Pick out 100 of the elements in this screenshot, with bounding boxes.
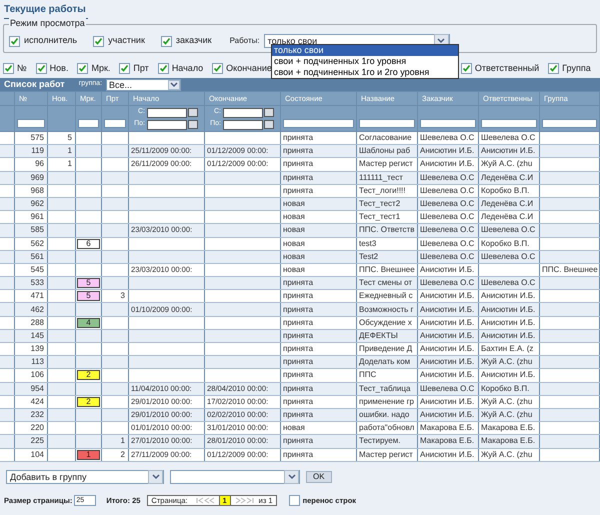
table-cell: принята (283, 318, 314, 328)
table-cell: принята (283, 330, 314, 341)
table-cell: Анисютин И.Б. (481, 370, 536, 380)
table-cell: Test2 (359, 252, 378, 262)
checkbox[interactable] (9, 36, 20, 46)
table-cell: принята (283, 304, 314, 315)
table-cell: 225 (30, 436, 44, 446)
table-cell: 3 (120, 291, 125, 302)
table-cell: новая (283, 225, 305, 236)
table-cell: Анисютин И.Б. (420, 450, 474, 460)
date-field[interactable] (147, 120, 187, 130)
table-cell: Анисютин И.Б. (481, 318, 536, 328)
table-cell: Анисютин И.Б. (420, 357, 474, 368)
table-title: Список работ (4, 78, 65, 91)
table-cell: Тест_тест1 (359, 212, 400, 222)
checkbox-label: исполнитель (24, 34, 78, 48)
table-cell: Бахтин Е.А. (z (481, 344, 534, 354)
filter-field[interactable] (481, 119, 537, 128)
group-select[interactable] (170, 470, 300, 484)
dropdown-option[interactable]: свои + подчиненных 1го и 2го уровня (272, 67, 458, 78)
dropdown-option[interactable]: только свои (272, 45, 458, 56)
table-cell: принята (283, 133, 314, 144)
table-cell: Обсуждение х (359, 318, 412, 328)
table-cell: Анисютин И.Б. (420, 159, 474, 170)
checkbox[interactable] (3, 63, 14, 74)
checkbox[interactable] (93, 36, 104, 46)
table-cell: 462 (30, 304, 44, 315)
filter-field[interactable] (542, 119, 597, 128)
table-cell: Анисютин И.Б. (420, 344, 474, 354)
filter-field[interactable] (420, 119, 476, 128)
table-cell: Мастер регист (359, 450, 413, 460)
table-cell: 533 (30, 278, 44, 288)
date-field[interactable] (223, 120, 263, 130)
table-cell: Шевелева О.С (481, 278, 536, 288)
checkbox[interactable] (548, 63, 560, 74)
filter-field[interactable] (17, 119, 45, 128)
table-cell: принята (283, 344, 314, 354)
checkbox-label: Группа (562, 62, 591, 75)
date-field[interactable] (223, 108, 263, 118)
table-cell: новая (283, 423, 305, 434)
table-cell: 962 (30, 199, 44, 210)
table-cell: ДЕФЕКТЫ (359, 330, 398, 341)
table-cell: Леденёва С.И (481, 172, 534, 183)
date-field[interactable] (147, 108, 187, 118)
checkbox[interactable] (288, 495, 300, 506)
filter-field[interactable] (359, 119, 415, 128)
ok-button[interactable]: OK (306, 471, 332, 483)
table-cell: Анисютин И.Б. (420, 318, 474, 328)
group-select[interactable]: Все... (106, 78, 182, 90)
table-cell: 96 (35, 159, 44, 170)
table-cell: Анисютин И.Б. (420, 146, 474, 156)
caret-icon (152, 474, 160, 480)
table-cell: Анисютин И.Б. (420, 264, 474, 275)
table-cell: Согласование (359, 133, 412, 144)
checkbox[interactable] (460, 63, 472, 74)
table-cell: принята (283, 384, 314, 394)
caret-icon (437, 38, 446, 44)
table-cell: Анисютин И.Б. (420, 410, 474, 420)
table-cell: Шевелева О.С (420, 252, 474, 262)
table-cell: Шевелева О.С (420, 238, 474, 249)
checkbox[interactable] (160, 36, 172, 46)
table-cell: Шевелева О.С (481, 225, 536, 236)
filter-field[interactable] (104, 119, 126, 128)
checkbox[interactable] (212, 63, 224, 74)
table-cell: Жуй А.С. (zhu (481, 410, 532, 420)
filter-field[interactable] (78, 119, 99, 128)
checkbox-label: Нов. (50, 62, 68, 75)
table-cell: ППС. Внешнее (359, 264, 415, 275)
marker-badge: 5 (77, 291, 100, 302)
table-cell: принята (283, 172, 314, 183)
table-cell: 232 (30, 410, 44, 420)
table-cell: Шевелева О.С (420, 133, 474, 144)
table-cell: Шевелева О.С (420, 384, 474, 394)
table-cell: Леденёва С.И (481, 199, 534, 210)
table-cell: 5 (68, 133, 72, 144)
table-cell: Шевелева О.С (420, 278, 474, 288)
table-cell: Коробко В.П. (481, 238, 530, 249)
group-action-select[interactable]: Добавить в группу (6, 470, 164, 484)
dropdown-button[interactable] (284, 470, 299, 484)
checkbox[interactable] (119, 63, 130, 74)
table-cell: 106 (30, 370, 44, 380)
marker-badge: 4 (77, 318, 100, 328)
table-cell: 968 (30, 186, 44, 196)
dropdown-option[interactable]: свои + подчиненных 1го уровня (272, 56, 458, 67)
dropdown-button[interactable] (168, 80, 180, 90)
table-cell: Шевелева О.С (420, 225, 474, 236)
checkbox[interactable] (77, 63, 88, 74)
table-cell: 575 (30, 133, 44, 144)
table-cell: принята (283, 186, 314, 196)
table-cell: 220 (30, 423, 44, 434)
table-cell: принята (283, 278, 314, 288)
filter-field[interactable] (283, 119, 354, 128)
checkbox[interactable] (36, 63, 47, 74)
dropdown-button[interactable] (148, 470, 163, 484)
table-cell: Жуй А.С. (zhu (481, 396, 532, 407)
table-cell: 1 (68, 159, 72, 170)
table-cell: принята (283, 450, 314, 460)
table-cell: Анисютин И.Б. (420, 370, 474, 380)
checkbox[interactable] (158, 63, 169, 74)
checkbox-label: Начало (172, 62, 204, 75)
